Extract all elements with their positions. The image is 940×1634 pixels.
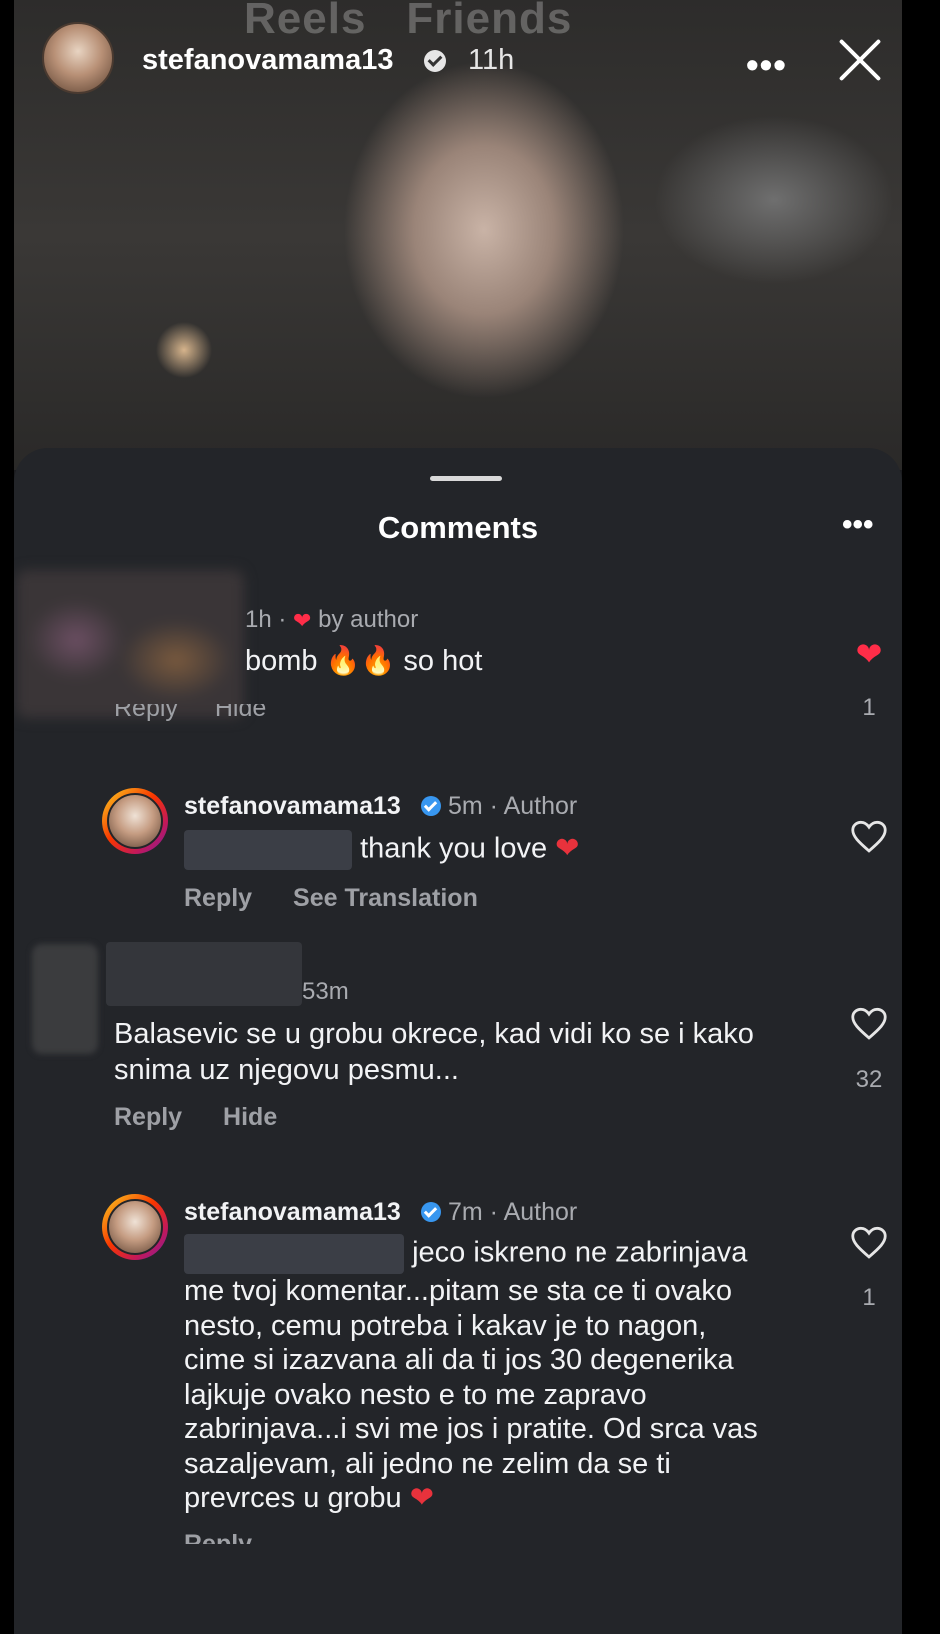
- reply-meta: 7m · Author: [448, 1198, 578, 1226]
- comment-actions: Reply Hide: [114, 704, 296, 724]
- comment-text-part: bomb: [245, 645, 318, 677]
- verified-badge-icon: [421, 1202, 441, 1222]
- comment-text-part: so hot: [403, 645, 483, 677]
- heart-outline-icon[interactable]: [850, 1226, 888, 1260]
- reply-actions: Reply: [184, 1530, 286, 1544]
- reply-button[interactable]: Reply: [184, 884, 252, 912]
- reply-line: prevrces u grobu: [184, 1482, 402, 1514]
- app-frame: Reels Friends stefanovamama13 11h ••• Com…: [14, 0, 902, 1634]
- blurred-avatar: [16, 570, 244, 718]
- reply-button[interactable]: Reply: [114, 1103, 182, 1131]
- redacted-username: [106, 942, 302, 1006]
- reply-line: jeco iskreno ne zabrinjava: [412, 1236, 748, 1269]
- comments-sheet: Comments ••• 1h · ❤ by author bomb 🔥🔥 so…: [14, 448, 902, 1634]
- comment-actions: Reply Hide: [114, 1103, 311, 1132]
- reply-time: 7m: [448, 1198, 483, 1226]
- comment-time: 1h: [245, 606, 272, 633]
- reply-time: 5m: [448, 792, 483, 820]
- story-more-button[interactable]: •••: [746, 44, 787, 86]
- comment-time: 53m: [302, 978, 349, 1005]
- liked-by-author: by author: [318, 606, 419, 633]
- comment-text: Balasevic se u grobu okrece, kad vidi ko…: [114, 1018, 754, 1086]
- comment-text: bomb 🔥🔥 so hot: [245, 644, 482, 678]
- reply-button[interactable]: Reply: [114, 704, 178, 723]
- reply-line: me tvoj komentar...pitam se sta ce ti ov…: [184, 1275, 733, 1307]
- story-time: 11h: [468, 44, 515, 76]
- reply-text-part: thank you love: [360, 832, 548, 865]
- reply-line: sazaljevam, ali jedno ne zelim da se ti: [184, 1447, 671, 1480]
- reply-username[interactable]: stefanovamama13: [184, 792, 401, 821]
- reply-username[interactable]: stefanovamama13: [184, 1198, 401, 1227]
- author-label: Author: [503, 792, 578, 820]
- reply-line: zabrinjava...i svi me jos i pratite. Od …: [184, 1413, 758, 1445]
- comment-meta: 1h · ❤ by author: [245, 606, 419, 633]
- reply-line: lajkuje ovako nesto e to me zapravo: [184, 1378, 647, 1411]
- like-count: 32: [855, 1066, 883, 1093]
- heart-outline-icon[interactable]: [850, 1007, 888, 1041]
- story-media: Reels Friends stefanovamama13 11h •••: [14, 0, 902, 470]
- story-avatar[interactable]: [42, 22, 114, 94]
- fire-icon: 🔥: [360, 645, 396, 676]
- reply-line: nesto, cemu potreba i kakav je to nagon,: [184, 1309, 707, 1342]
- avatar[interactable]: [102, 1194, 168, 1260]
- heart-icon: ❤: [293, 607, 312, 633]
- hide-button[interactable]: Hide: [215, 704, 266, 723]
- author-label: Author: [503, 1198, 578, 1226]
- red-heart-icon: ❤: [409, 1482, 434, 1514]
- sheet-more-button[interactable]: •••: [842, 508, 874, 542]
- reply-text: jeco iskreno ne zabrinjava me tvoj komen…: [184, 1234, 824, 1516]
- verified-badge-icon: [421, 796, 441, 816]
- reply-actions: Reply See Translation: [184, 884, 512, 913]
- like-count: 1: [862, 694, 876, 721]
- heart-outline-icon[interactable]: [850, 820, 888, 854]
- reply-line: cime si izazvana ali da ti jos 30 degene…: [184, 1344, 734, 1376]
- sheet-title: Comments: [377, 510, 539, 545]
- verified-badge-icon: [424, 50, 446, 72]
- close-icon[interactable]: [836, 36, 884, 84]
- story-header: stefanovamama13 11h •••: [14, 22, 902, 98]
- redacted-mention: [184, 830, 352, 870]
- like-count: 1: [862, 1284, 876, 1311]
- reply-meta: 5m · Author: [448, 792, 578, 820]
- redacted-mention: [184, 1234, 404, 1274]
- reply-button[interactable]: Reply: [184, 1530, 252, 1544]
- fire-icon: 🔥: [325, 645, 361, 676]
- reply-text: thank you love ❤: [184, 830, 579, 870]
- hide-button[interactable]: Hide: [223, 1103, 277, 1131]
- drag-handle[interactable]: [430, 476, 502, 481]
- blurred-avatar: [32, 944, 98, 1054]
- avatar[interactable]: [102, 788, 168, 854]
- see-translation-button[interactable]: See Translation: [293, 884, 478, 912]
- red-heart-icon: ❤: [555, 832, 580, 865]
- story-username[interactable]: stefanovamama13: [142, 44, 393, 77]
- heart-filled-icon[interactable]: ❤: [851, 638, 887, 670]
